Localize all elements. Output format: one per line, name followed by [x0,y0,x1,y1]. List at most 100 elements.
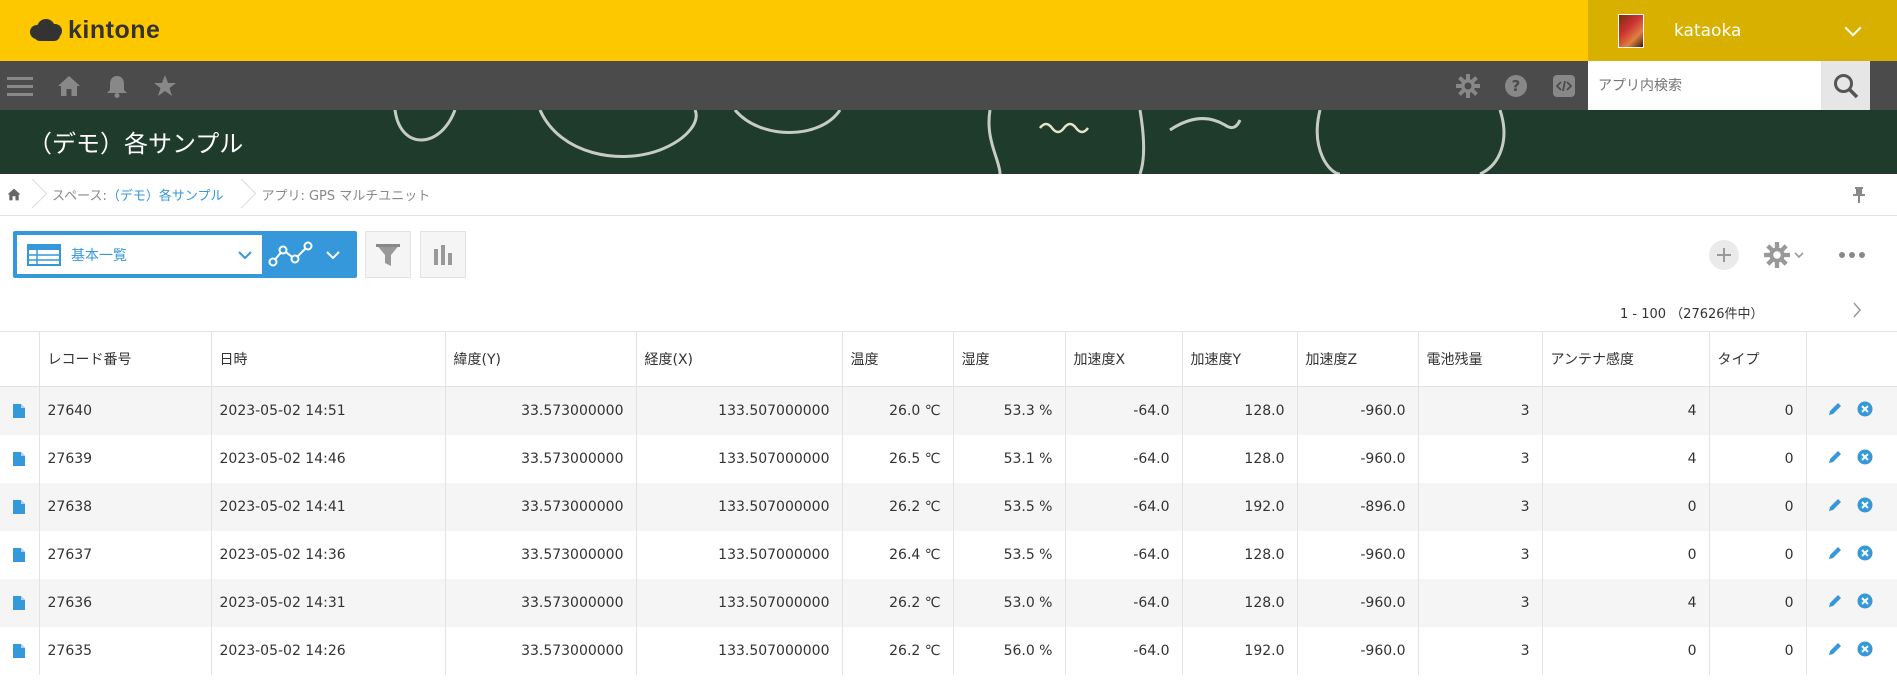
table-cell: 27637 [38,531,211,579]
table-cell: -896.0 [1296,483,1418,531]
user-menu[interactable]: kataoka [1588,0,1897,61]
kintone-logo[interactable]: kintone [30,15,160,45]
next-page-button[interactable] [1852,302,1862,322]
code-icon[interactable] [1550,72,1578,100]
delete-icon[interactable] [1857,449,1873,465]
table-cell: 3 [1417,627,1542,675]
table-cell: 133.507000000 [635,579,842,627]
more-icon [1839,252,1865,258]
view-name: 基本一覧 [71,247,127,264]
app-settings-button[interactable] [1764,241,1808,269]
record-detail-link[interactable] [0,483,39,531]
record-detail-link[interactable] [0,386,39,435]
app-search-input[interactable] [1588,61,1821,110]
edit-icon[interactable] [1827,401,1843,417]
table-cell: 133.507000000 [635,386,842,435]
record-detail-link[interactable] [0,531,39,579]
table-cell: 26.5 ℃ [841,435,953,483]
table-cell: 3 [1417,531,1542,579]
breadcrumb-space-link[interactable]: （デモ）各サンプル [107,185,224,204]
edit-icon[interactable] [1827,545,1843,561]
search-button[interactable] [1821,61,1870,110]
delete-icon[interactable] [1857,545,1873,561]
filter-button[interactable] [365,231,411,278]
table-cell: 192.0 [1181,627,1297,675]
table-row: 27640 2023-05-02 14:51 33.573000000 133.507… [0,386,1897,435]
edit-icon[interactable] [1827,641,1843,657]
graph-dropdown[interactable] [266,235,353,274]
column-header[interactable]: タイプ [1708,331,1806,387]
table-cell: 0 [1541,483,1709,531]
space-title: （デモ）各サンプル [28,130,244,158]
star-icon[interactable] [151,72,179,100]
table-cell: 53.1 % [952,435,1065,483]
table-cell: -960.0 [1296,579,1418,627]
table-cell: 128.0 [1181,531,1297,579]
table-view-icon [27,243,61,266]
column-header[interactable]: レコード番号 [38,331,211,387]
table-cell: 26.2 ℃ [841,579,953,627]
view-dropdown[interactable]: 基本一覧 [17,235,262,274]
edit-icon[interactable] [1827,449,1843,465]
column-header[interactable]: アンテナ感度 [1541,331,1709,387]
column-header[interactable]: 日時 [210,331,445,387]
table-cell: 53.5 % [952,531,1065,579]
column-header[interactable]: 温度 [841,331,953,387]
more-options-button[interactable] [1839,248,1865,262]
row-actions [1805,579,1897,627]
breadcrumb-separator [237,174,251,215]
document-icon [13,404,26,418]
top-header: kintone kataoka [0,0,1897,61]
add-record-button[interactable] [1709,240,1739,270]
home-icon[interactable] [55,72,83,100]
column-header[interactable]: 加速度Z [1296,331,1418,387]
column-header[interactable]: 加速度X [1064,331,1182,387]
table-cell: 133.507000000 [635,483,842,531]
delete-icon[interactable] [1857,593,1873,609]
search-icon [1833,73,1858,98]
filter-icon [376,243,400,266]
table-cell: 133.507000000 [635,627,842,675]
table-row: 27636 2023-05-02 14:31 33.573000000 133.507… [0,579,1897,627]
table-cell: 4 [1541,579,1709,627]
table-cell: 2023-05-02 14:31 [210,579,445,627]
column-header[interactable]: 電池残量 [1417,331,1542,387]
table-row: 27638 2023-05-02 14:41 33.573000000 133.507… [0,483,1897,531]
delete-icon[interactable] [1857,497,1873,513]
delete-icon[interactable] [1857,401,1873,417]
delete-icon[interactable] [1857,641,1873,657]
column-header[interactable]: 湿度 [952,331,1065,387]
column-header[interactable]: 経度(X) [635,331,842,387]
bell-icon[interactable] [103,72,131,100]
breadcrumb-app: アプリ: GPS マルチユニット [261,189,431,204]
table-cell: 4 [1541,435,1709,483]
table-cell: 3 [1417,435,1542,483]
graph-button[interactable] [420,231,466,278]
table-cell: 27635 [38,627,211,675]
edit-icon[interactable] [1827,593,1843,609]
help-icon[interactable]: ? [1502,72,1530,100]
record-detail-link[interactable] [0,627,39,675]
menu-icon[interactable] [6,72,34,100]
table-cell: 27639 [38,435,211,483]
lightbulb-illustration [393,110,1506,174]
table-cell: 27636 [38,579,211,627]
column-header[interactable]: 緯度(Y) [444,331,636,387]
pin-icon[interactable] [1853,187,1865,207]
table-cell: 2023-05-02 14:36 [210,531,445,579]
document-icon [13,452,26,466]
row-actions [1805,483,1897,531]
table-cell: 2023-05-02 14:51 [210,386,445,435]
line-chart-icon [268,241,313,267]
record-detail-link[interactable] [0,579,39,627]
record-detail-link[interactable] [0,435,39,483]
gear-icon[interactable] [1454,72,1482,100]
table-cell: -64.0 [1064,483,1182,531]
table-cell: -64.0 [1064,579,1182,627]
column-header[interactable]: 加速度Y [1181,331,1297,387]
breadcrumb-separator [28,174,42,215]
breadcrumb: スペース: （デモ）各サンプル アプリ: GPS マルチユニット [0,174,1897,216]
table-cell: 0 [1708,483,1806,531]
edit-icon[interactable] [1827,497,1843,513]
table-cell: 26.2 ℃ [841,627,953,675]
